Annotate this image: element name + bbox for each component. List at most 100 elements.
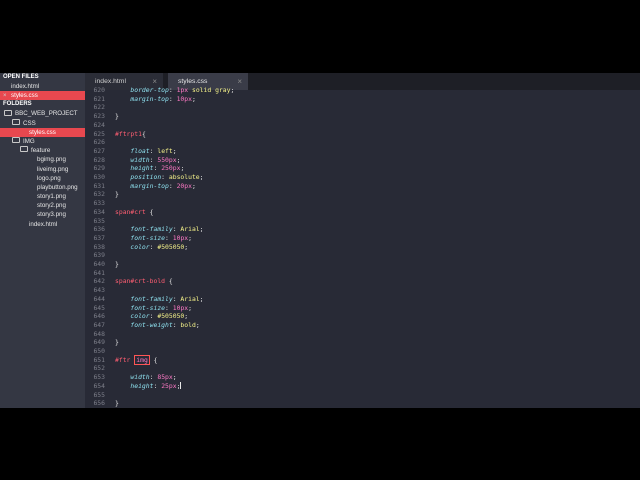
tree-folder[interactable]: BBC_WEB_PROJECT [0, 109, 85, 118]
token-prop: margin-top [115, 181, 169, 190]
tree-item-label: story3.png [37, 211, 66, 219]
token-punc: ; [199, 294, 204, 303]
token-prop: color [115, 312, 150, 321]
folder-icon [20, 146, 28, 153]
tree-item-label: story1.png [37, 193, 66, 201]
open-file-label: index.html [11, 83, 40, 90]
tree-item-label: BBC_WEB_PROJECT [15, 110, 78, 118]
code-line: 651 #ftr img { [85, 354, 640, 365]
tree-item-label: index.html [29, 220, 58, 228]
line-number: 647 [93, 320, 105, 329]
token-prop: font-family [115, 225, 173, 234]
token-punc: : [165, 233, 173, 242]
code-line: 627 float: left; [85, 147, 640, 156]
token-punc: ; [176, 155, 181, 164]
code-text: font-family: Arial; [115, 294, 204, 303]
tree-folder[interactable]: feature [0, 146, 85, 155]
token-punc: } [115, 190, 119, 199]
code-text: color: #505050; [115, 312, 188, 320]
line-number: 630 [93, 173, 105, 181]
line-number: 625 [93, 129, 105, 138]
line-number: 656 [93, 399, 105, 408]
code-line: 653 width: 85px; [85, 373, 640, 382]
token-prop: color [115, 242, 150, 251]
line-number: 624 [93, 120, 105, 129]
token-punc: ; [199, 173, 204, 181]
tree-file[interactable]: story1.png [0, 192, 85, 201]
code-text: margin-top: 20px; [115, 181, 195, 190]
tree-item-label: feature [31, 147, 51, 155]
open-file-item[interactable]: × styles.css [0, 91, 85, 101]
token-tag: img [134, 354, 150, 365]
token-punc: ; [184, 242, 189, 251]
tree-file[interactable]: bgimg.png [0, 155, 85, 164]
open-files-header: OPEN FILES [3, 74, 39, 80]
token-punc: ; [195, 320, 200, 329]
token-punc: : [161, 173, 169, 181]
token-punc: : [168, 181, 177, 190]
line-number: 637 [93, 233, 105, 242]
code-line: 655 [85, 391, 640, 400]
editor-window: OPEN FILES index.html × styles.css FOLDERS… [0, 73, 640, 408]
token-unit: px [180, 303, 189, 312]
token-val: left [157, 146, 173, 155]
token-sel: #ftrpt1 [115, 129, 142, 138]
line-number: 645 [93, 303, 105, 312]
token-prop: height [115, 381, 154, 390]
code-text: margin-top: 10px; [115, 94, 195, 103]
code-line: 626 [85, 138, 640, 147]
code-text: } [115, 338, 119, 346]
token-val: #505050 [157, 242, 185, 251]
line-number: 632 [93, 190, 105, 199]
token-punc: ; [230, 86, 235, 94]
tree-item-label: playbutton.png [37, 183, 78, 191]
line-number: 626 [93, 138, 105, 147]
token-punc: } [115, 260, 119, 268]
tree-file[interactable]: story2.png [0, 201, 85, 210]
code-editor[interactable]: 620 border-top: 1px solid gray; 621 margi… [85, 86, 640, 408]
token-num: 250 [161, 164, 173, 173]
tree-file[interactable]: logo.png [0, 174, 85, 183]
token-punc: { [141, 129, 146, 138]
code-line: 622 [85, 103, 640, 112]
line-number: 643 [93, 286, 105, 295]
token-punc: ; [199, 225, 204, 234]
folder-tree: BBC_WEB_PROJECT CSS styles.css IMG feature bg… [0, 109, 85, 228]
code-text: position: absolute; [115, 173, 204, 181]
token-punc: : [168, 94, 177, 103]
code-text: } [115, 190, 119, 198]
line-number: 620 [93, 86, 105, 94]
line-number: 648 [93, 329, 105, 338]
open-file-item[interactable]: index.html [0, 82, 85, 91]
token-unit: px [168, 381, 177, 390]
token-num: 25 [161, 381, 169, 390]
tree-file[interactable]: styles.css [0, 127, 85, 137]
line-number: 641 [93, 268, 105, 277]
line-number: 634 [93, 207, 105, 216]
token-unit: px [180, 86, 189, 94]
tree-file[interactable]: story3.png [0, 210, 85, 219]
token-punc: ; [180, 164, 185, 173]
token-prop: border-top [115, 86, 169, 94]
line-number: 635 [93, 216, 105, 225]
tree-folder[interactable]: IMG [0, 137, 85, 146]
token-val: Arial [180, 225, 200, 234]
code-text: #ftr img { [115, 354, 158, 365]
code-line: 656} [85, 399, 640, 408]
close-icon[interactable]: × [0, 92, 11, 100]
code-text: width: 550px; [115, 156, 180, 164]
tree-file[interactable]: liveimg.png [0, 165, 85, 174]
line-number: 633 [93, 199, 105, 208]
tree-folder[interactable]: CSS [0, 118, 85, 128]
line-number: 646 [93, 312, 105, 321]
tree-file[interactable]: index.html [0, 220, 85, 229]
code-line: 643 [85, 286, 640, 295]
code-text: } [115, 112, 119, 120]
tree-file[interactable]: playbutton.png [0, 183, 85, 192]
code-line: 634 span#crt { [85, 208, 640, 217]
folder-icon [12, 118, 20, 125]
token-val: Arial [180, 294, 200, 303]
token-prop: font-size [115, 303, 166, 312]
code-line: 644 font-family: Arial; [85, 295, 640, 304]
code-line: 645 font-size: 10px; [85, 304, 640, 313]
